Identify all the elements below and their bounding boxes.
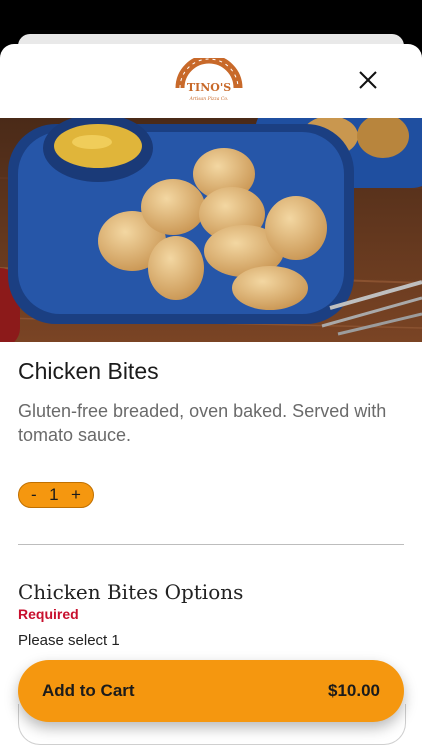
sheet-header: TINO'S Artisan Pizza Co.	[0, 44, 422, 118]
quantity-stepper: - 1 +	[18, 482, 94, 508]
logo-text: TINO'S	[187, 81, 231, 94]
item-detail-sheet: TINO'S Artisan Pizza Co. Chicken Bites G…	[0, 44, 422, 750]
item-photo	[0, 118, 422, 342]
cart-price: $10.00	[328, 681, 380, 700]
item-title: Chicken Bites	[18, 358, 159, 384]
item-description: Gluten-free breaded, oven baked. Served …	[18, 401, 387, 445]
options-title: Chicken Bites Options	[18, 580, 244, 604]
add-to-cart-button[interactable]: Add to Cart $10.00	[18, 660, 404, 722]
quantity-value: 1	[49, 485, 59, 504]
selection-instruction: Please select 1	[18, 632, 120, 649]
required-label: Required	[18, 606, 79, 622]
increment-button[interactable]: +	[71, 485, 81, 505]
section-divider	[18, 544, 404, 545]
restaurant-logo: TINO'S Artisan Pizza Co.	[175, 58, 243, 102]
decrement-button[interactable]: -	[31, 485, 37, 505]
close-icon[interactable]	[358, 70, 378, 90]
logo-tagline: Artisan Pizza Co.	[189, 96, 229, 102]
add-to-cart-label: Add to Cart	[42, 681, 135, 700]
